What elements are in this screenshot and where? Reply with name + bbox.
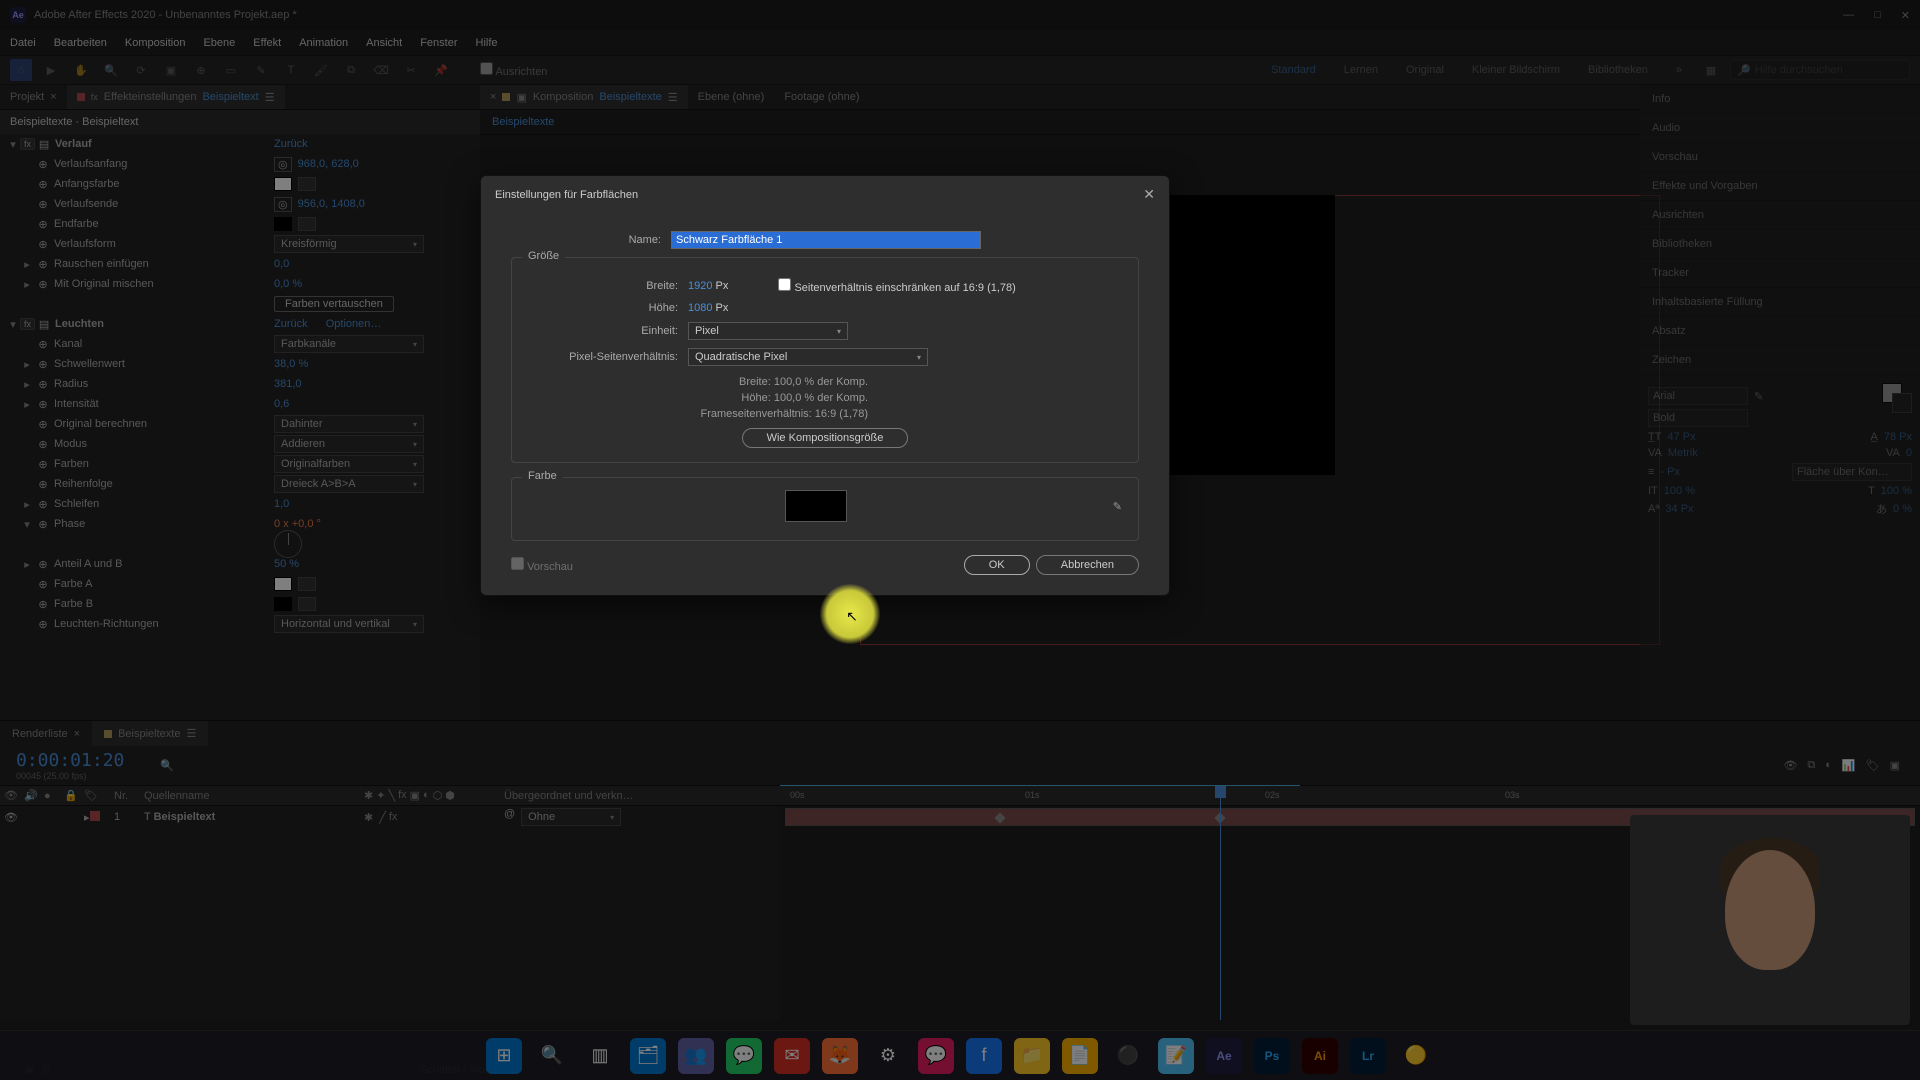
lock-aspect-label: Seitenverhältnis einschränken auf 16:9 (… [794, 282, 1015, 294]
height-value[interactable]: 1080 [688, 302, 712, 314]
solid-name-input[interactable] [671, 231, 981, 249]
preview-checkbox [511, 557, 524, 570]
dialog-close-icon[interactable]: ✕ [1143, 186, 1155, 203]
pixel-aspect-dropdown[interactable]: Quadratische Pixel [688, 348, 928, 366]
solid-settings-dialog: Einstellungen für Farbflächen ✕ Name: Gr… [480, 175, 1170, 596]
make-comp-size-button[interactable]: Wie Kompositionsgröße [742, 428, 909, 448]
info-width: Breite: 100,0 % der Komp. [528, 374, 868, 390]
size-legend: Größe [522, 250, 565, 262]
solid-color-swatch[interactable] [785, 490, 847, 522]
eyedropper-icon[interactable]: ✎ [1113, 500, 1122, 513]
preview-label: Vorschau [527, 561, 573, 573]
size-group: Größe Breite:1920 Px Seitenverhältnis ei… [511, 257, 1139, 463]
unit-dropdown[interactable]: Pixel [688, 322, 848, 340]
name-label: Name: [511, 234, 671, 246]
cancel-button[interactable]: Abbrechen [1036, 555, 1139, 575]
lock-aspect-checkbox[interactable] [778, 278, 791, 291]
cursor-highlight [820, 584, 880, 644]
width-value[interactable]: 1920 [688, 280, 712, 292]
ok-button[interactable]: OK [964, 555, 1030, 575]
info-height: Höhe: 100,0 % der Komp. [528, 390, 868, 406]
info-aspect: Frameseitenverhältnis: 16:9 (1,78) [528, 406, 868, 422]
color-group: Farbe ✎ [511, 477, 1139, 541]
dialog-title: Einstellungen für Farbflächen [495, 189, 638, 201]
color-legend: Farbe [522, 470, 563, 482]
